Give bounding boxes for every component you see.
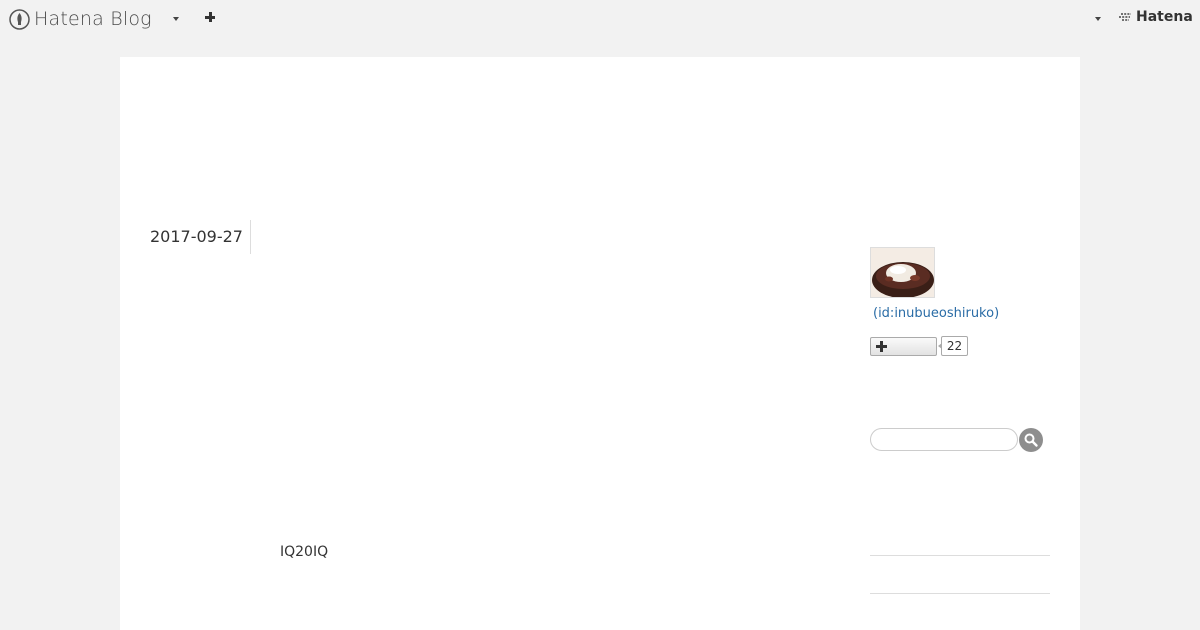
blog-page: 2017-09-27 IQ20IQ (id:inubueoshiruko) 22 bbox=[120, 57, 1080, 630]
brand-text: Hatena Blog bbox=[34, 8, 152, 30]
profile-avatar[interactable] bbox=[870, 247, 935, 298]
hatena-logo-icon bbox=[1119, 13, 1131, 21]
hatena-brand-text: Hatena bbox=[1136, 9, 1193, 25]
new-post-plus-icon[interactable] bbox=[202, 9, 218, 25]
blog-menu-dropdown-icon[interactable] bbox=[173, 17, 179, 21]
search-button[interactable] bbox=[1019, 428, 1043, 452]
profile-user-id-link[interactable]: (id:inubueoshiruko) bbox=[873, 306, 999, 321]
oshiruko-bowl-image bbox=[871, 248, 934, 297]
subscriber-count: 22 bbox=[938, 336, 968, 356]
sidebar-divider bbox=[870, 555, 1050, 556]
hatena-brand-link[interactable]: Hatena bbox=[1118, 9, 1193, 25]
hatena-blog-brand-link[interactable]: Hatena Blog bbox=[9, 6, 152, 32]
entry-body-text: IQ20IQ bbox=[280, 544, 329, 560]
sidebar-divider bbox=[870, 593, 1050, 594]
search-icon bbox=[1024, 433, 1038, 447]
subscribe-button[interactable] bbox=[870, 337, 937, 356]
hatena-blog-logo-icon bbox=[9, 8, 30, 30]
user-menu-dropdown-icon[interactable] bbox=[1095, 17, 1101, 21]
plus-icon bbox=[876, 341, 887, 352]
search-input[interactable] bbox=[870, 428, 1018, 451]
global-header: Hatena Blog Hatena bbox=[0, 0, 1200, 38]
entry-date[interactable]: 2017-09-27 bbox=[150, 220, 251, 254]
